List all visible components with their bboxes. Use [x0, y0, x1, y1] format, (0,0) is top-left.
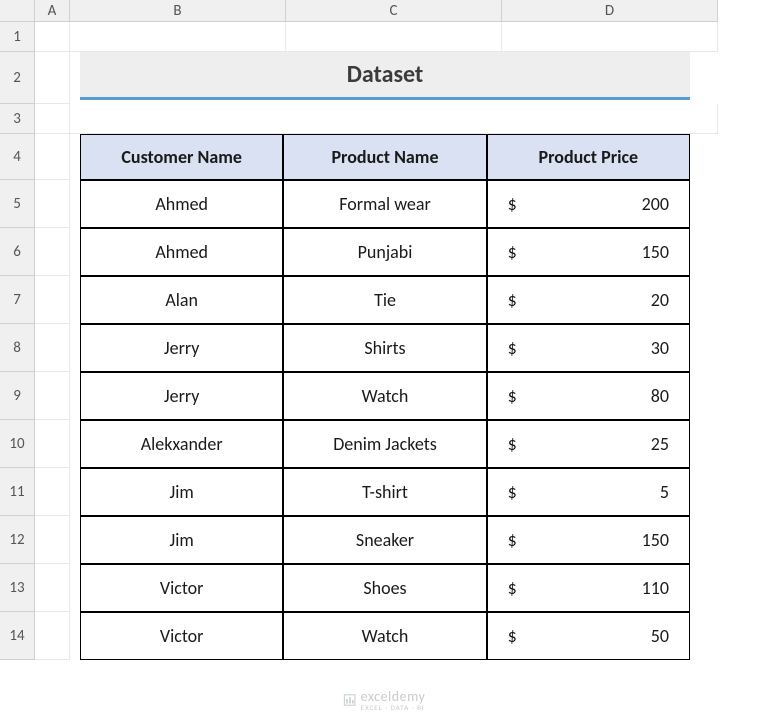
table-row[interactable]: $150 [487, 516, 690, 564]
price-value: 50 [651, 625, 669, 647]
price-value: 150 [642, 241, 669, 263]
spreadsheet-grid: A B C D 1 2 Dataset 3 4 5 6 7 8 9 10 11 … [0, 0, 768, 660]
table-row[interactable]: Alan [80, 276, 283, 324]
table-row[interactable]: $110 [487, 564, 690, 612]
table-row[interactable]: Jerry [80, 372, 283, 420]
currency-symbol: $ [508, 241, 517, 263]
cell[interactable] [70, 104, 718, 134]
table-row[interactable]: Sneaker [283, 516, 486, 564]
cell[interactable] [70, 22, 286, 52]
table-row[interactable]: Watch [283, 372, 486, 420]
cell[interactable] [286, 22, 502, 52]
cell[interactable] [502, 22, 718, 52]
cell[interactable] [35, 324, 70, 372]
table-row[interactable]: $200 [487, 180, 690, 228]
cell[interactable] [35, 52, 70, 104]
currency-symbol: $ [508, 433, 517, 455]
row-header-12[interactable]: 12 [0, 516, 35, 564]
cell[interactable] [35, 104, 70, 134]
price-value: 20 [651, 289, 669, 311]
row-header-14[interactable]: 14 [0, 612, 35, 660]
table-row[interactable]: Alekxander [80, 420, 283, 468]
watermark-text: exceldemy [361, 688, 426, 705]
row-header-2[interactable]: 2 [0, 52, 35, 104]
table-row[interactable]: $5 [487, 468, 690, 516]
row-header-7[interactable]: 7 [0, 276, 35, 324]
table-row[interactable]: Denim Jackets [283, 420, 486, 468]
col-header-d[interactable]: D [502, 0, 718, 22]
currency-symbol: $ [508, 337, 517, 359]
table-header-product[interactable]: Product Name [283, 134, 486, 180]
table-row[interactable]: Victor [80, 564, 283, 612]
col-header-a[interactable]: A [35, 0, 70, 22]
table-row[interactable]: Jerry [80, 324, 283, 372]
table-row[interactable]: Formal wear [283, 180, 486, 228]
cell[interactable] [35, 420, 70, 468]
currency-symbol: $ [508, 481, 517, 503]
table-row[interactable]: $80 [487, 372, 690, 420]
cell[interactable] [35, 228, 70, 276]
cell[interactable] [35, 22, 70, 52]
cell[interactable] [35, 180, 70, 228]
row-header-4[interactable]: 4 [0, 134, 35, 180]
row-header-3[interactable]: 3 [0, 104, 35, 134]
select-all-corner[interactable] [0, 0, 35, 22]
row-header-10[interactable]: 10 [0, 420, 35, 468]
table-row[interactable]: $50 [487, 612, 690, 660]
row-header-11[interactable]: 11 [0, 468, 35, 516]
table-row[interactable]: $150 [487, 228, 690, 276]
row-header-5[interactable]: 5 [0, 180, 35, 228]
currency-symbol: $ [508, 577, 517, 599]
row-header-9[interactable]: 9 [0, 372, 35, 420]
data-table: Customer Name Product Name Product Price… [80, 134, 690, 660]
row-header-6[interactable]: 6 [0, 228, 35, 276]
row-header-8[interactable]: 8 [0, 324, 35, 372]
currency-symbol: $ [508, 385, 517, 407]
currency-symbol: $ [508, 625, 517, 647]
watermark-sub: EXCEL · DATA · BI [361, 703, 426, 712]
row-header-1[interactable]: 1 [0, 22, 35, 52]
currency-symbol: $ [508, 289, 517, 311]
watermark: exceldemy EXCEL · DATA · BI [343, 688, 426, 712]
price-value: 25 [651, 433, 669, 455]
table-row[interactable]: Shirts [283, 324, 486, 372]
cell[interactable] [35, 372, 70, 420]
cell[interactable] [35, 276, 70, 324]
table-row[interactable]: Ahmed [80, 180, 283, 228]
cell[interactable] [35, 134, 70, 180]
table-row[interactable]: $25 [487, 420, 690, 468]
price-value: 110 [642, 577, 669, 599]
cell[interactable] [35, 612, 70, 660]
table-row[interactable]: $20 [487, 276, 690, 324]
table-row[interactable]: Jim [80, 516, 283, 564]
table-header-customer[interactable]: Customer Name [80, 134, 283, 180]
dataset-title[interactable]: Dataset [80, 52, 690, 100]
col-header-b[interactable]: B [70, 0, 286, 22]
table-row[interactable]: Shoes [283, 564, 486, 612]
table-row[interactable]: T-shirt [283, 468, 486, 516]
cell[interactable] [35, 516, 70, 564]
price-value: 150 [642, 529, 669, 551]
col-header-c[interactable]: C [286, 0, 502, 22]
table-header-price[interactable]: Product Price [487, 134, 690, 180]
table-row[interactable]: Watch [283, 612, 486, 660]
price-value: 5 [660, 481, 669, 503]
table-row[interactable]: Victor [80, 612, 283, 660]
table-row[interactable]: Ahmed [80, 228, 283, 276]
table-row[interactable]: Jim [80, 468, 283, 516]
currency-symbol: $ [508, 193, 517, 215]
table-row[interactable]: Punjabi [283, 228, 486, 276]
cell[interactable] [35, 468, 70, 516]
row-header-13[interactable]: 13 [0, 564, 35, 612]
cell[interactable] [35, 564, 70, 612]
price-value: 30 [651, 337, 669, 359]
price-value: 200 [642, 193, 669, 215]
table-row[interactable]: $30 [487, 324, 690, 372]
price-value: 80 [651, 385, 669, 407]
logo-icon [343, 693, 357, 707]
currency-symbol: $ [508, 529, 517, 551]
table-row[interactable]: Tie [283, 276, 486, 324]
